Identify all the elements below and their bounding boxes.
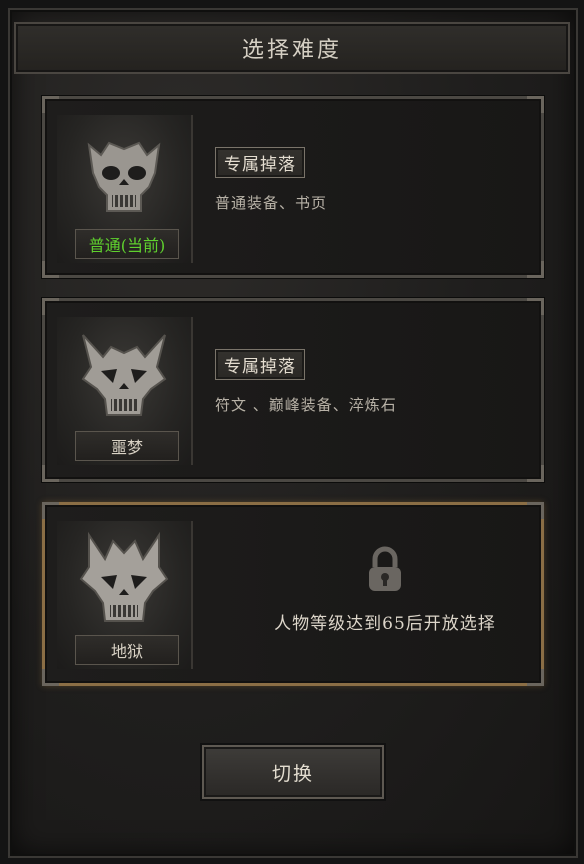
skull-hell-icon bbox=[79, 531, 169, 622]
drop-list: 符文 、巅峰装备、淬炼石 bbox=[215, 396, 397, 414]
unlock-requirement: 人物等级达到65后开放选择 bbox=[274, 614, 496, 634]
skull-normal-icon bbox=[87, 141, 161, 212]
exclusive-drop-title: 专属掉落 bbox=[215, 147, 305, 178]
drop-list: 普通装备、书页 bbox=[215, 194, 328, 212]
lock-icon bbox=[369, 546, 401, 591]
switch-button[interactable]: 切换 bbox=[202, 745, 384, 799]
difficulty-portrait: 噩梦 bbox=[57, 317, 193, 465]
difficulty-card-normal[interactable]: 普通(当前) 专属掉落 普通装备、书页 bbox=[42, 96, 544, 278]
title-bar: 选择难度 bbox=[14, 22, 570, 74]
difficulty-label: 普通(当前) bbox=[75, 229, 179, 259]
exclusive-drop-title: 专属掉落 bbox=[215, 349, 305, 380]
difficulty-portrait: 地狱 bbox=[57, 521, 193, 669]
difficulty-label: 噩梦 bbox=[75, 431, 179, 461]
difficulty-card-nightmare[interactable]: 噩梦 专属掉落 符文 、巅峰装备、淬炼石 bbox=[42, 298, 544, 482]
difficulty-card-hell[interactable]: 地狱 人物等级达到65后开放选择 bbox=[42, 502, 544, 686]
difficulty-portrait: 普通(当前) bbox=[57, 115, 193, 263]
difficulty-label: 地狱 bbox=[75, 635, 179, 665]
skull-nightmare-icon bbox=[81, 334, 167, 416]
page-title: 选择难度 bbox=[241, 38, 342, 63]
